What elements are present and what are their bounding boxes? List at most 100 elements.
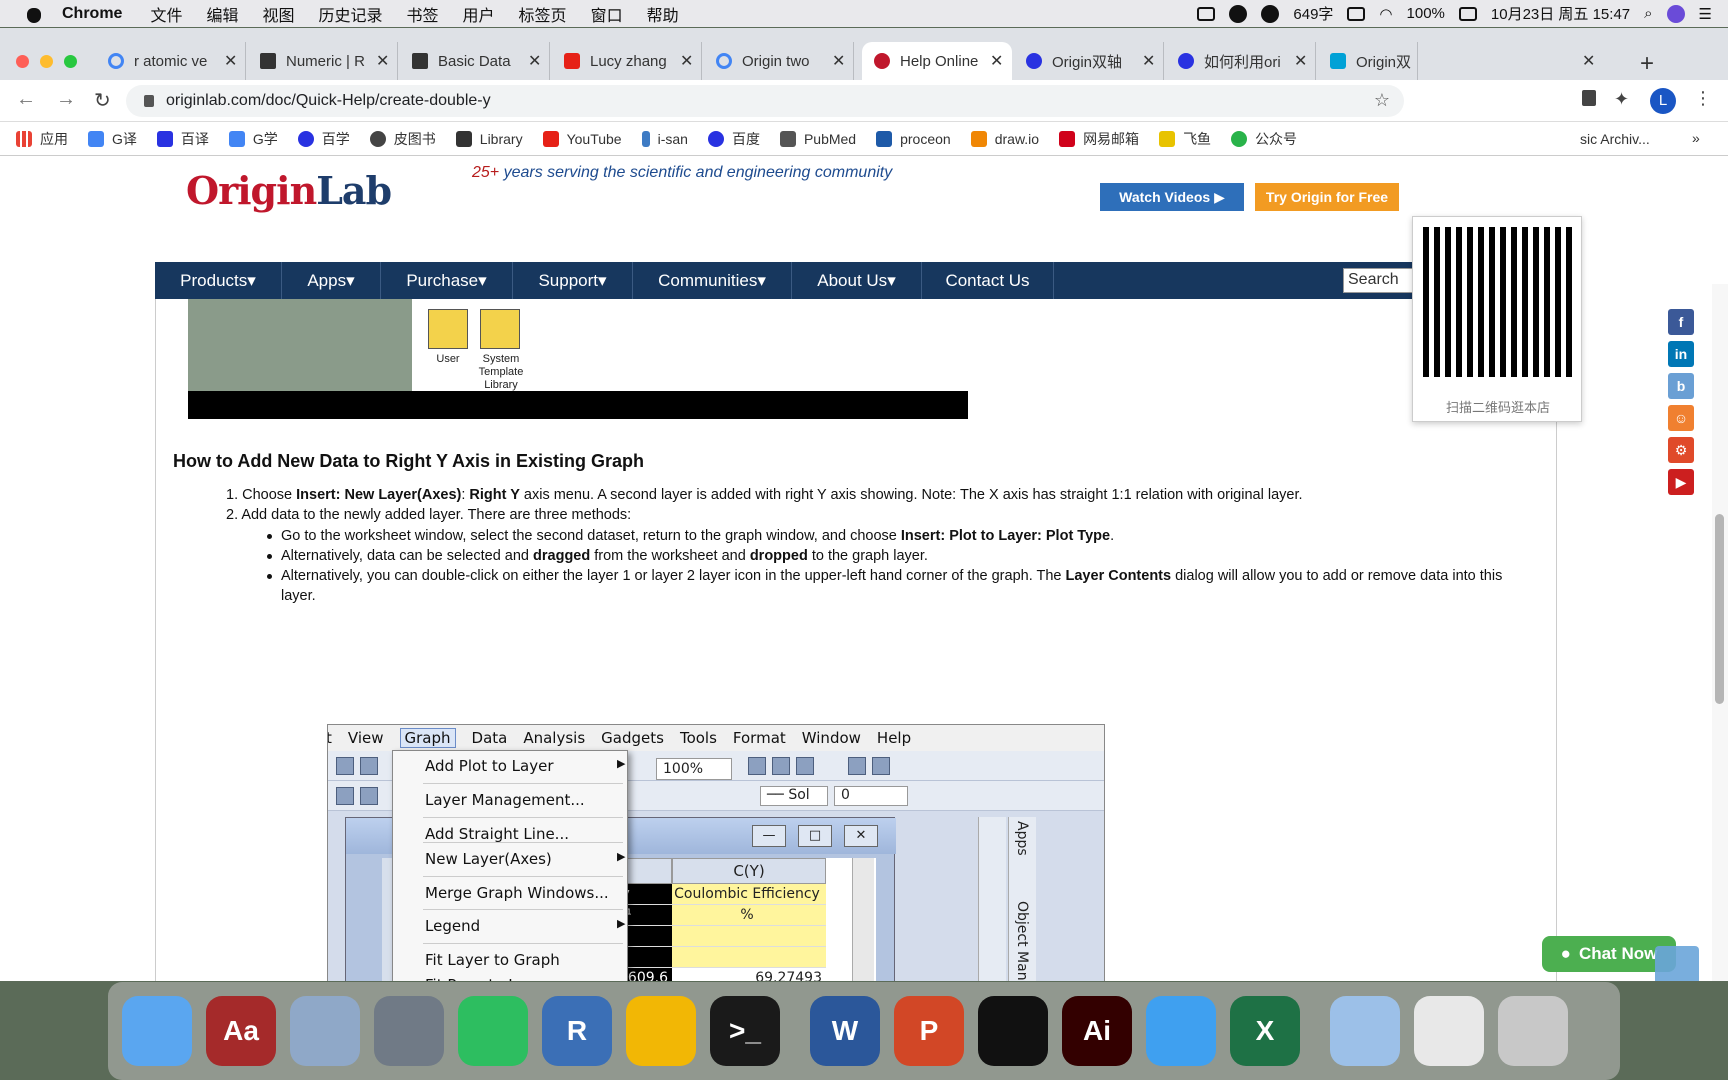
close-tab-icon[interactable]: ✕ xyxy=(832,51,845,71)
terminal-icon[interactable]: >_ xyxy=(710,996,780,1066)
menu-people[interactable]: 用户 xyxy=(463,2,495,26)
close-tab-icon[interactable]: ✕ xyxy=(1582,51,1595,71)
close-tab-icon[interactable]: ✕ xyxy=(528,51,541,71)
bookmark-item[interactable]: 公众号 xyxy=(1231,129,1297,149)
bookmark-item[interactable]: YouTube xyxy=(542,130,622,147)
url-text[interactable]: originlab.com/doc/Quick-Help/create-doub… xyxy=(166,92,491,110)
bookmark-item[interactable]: 皮图书 xyxy=(369,129,436,149)
r-icon[interactable]: R xyxy=(542,996,612,1066)
bookmark-item[interactable]: i-san xyxy=(641,130,688,147)
menu-window[interactable]: 窗口 xyxy=(591,2,623,26)
close-tab-icon[interactable]: ✕ xyxy=(224,51,237,71)
bookmark-apps[interactable]: 应用 xyxy=(16,129,68,149)
tab-7[interactable]: Origin双轴 ✕ xyxy=(1014,42,1164,80)
gadgets-icon[interactable]: ⚙ xyxy=(1668,437,1694,463)
originlab-logo[interactable]: OriginLab xyxy=(186,168,392,213)
nav-purchase[interactable]: Purchase ▾ xyxy=(381,262,513,299)
siri-icon[interactable] xyxy=(1666,4,1685,23)
menu-file[interactable]: 文件 xyxy=(150,2,182,26)
close-window-button[interactable] xyxy=(16,55,29,68)
nav-products[interactable]: Products ▾ xyxy=(155,262,282,299)
control-center-icon[interactable]: ☰ xyxy=(1699,5,1712,23)
back-icon[interactable]: ← xyxy=(16,88,36,111)
ppt-document-icon[interactable] xyxy=(1414,996,1484,1066)
illustrator-icon[interactable]: Ai xyxy=(1062,996,1132,1066)
tab-9[interactable]: Origin双 xyxy=(1318,42,1418,80)
nav-support[interactable]: Support ▾ xyxy=(513,262,633,299)
dictionary-icon[interactable]: Aa xyxy=(206,996,276,1066)
menu-tab[interactable]: 标签页 xyxy=(519,2,567,26)
launchpad-icon[interactable] xyxy=(374,996,444,1066)
close-tab-icon[interactable]: ✕ xyxy=(990,51,1003,71)
nav-apps[interactable]: Apps ▾ xyxy=(282,262,381,299)
apple-icon[interactable] xyxy=(24,5,46,23)
youtube-icon[interactable]: ▶ xyxy=(1668,469,1694,495)
word-icon[interactable]: W xyxy=(810,996,880,1066)
word-count[interactable]: 649字 xyxy=(1293,3,1333,24)
community-icon[interactable]: ☺ xyxy=(1668,405,1694,431)
zoom-window-button[interactable] xyxy=(64,55,77,68)
tab-4[interactable]: Lucy zhang ✕ xyxy=(552,42,702,80)
menu-app-name[interactable]: Chrome xyxy=(62,5,122,23)
bookmark-item[interactable]: 百学 xyxy=(297,129,350,149)
nav-about-us[interactable]: About Us ▾ xyxy=(792,262,922,299)
search-icon[interactable]: ⌕ xyxy=(1644,5,1652,22)
tab-2[interactable]: Numeric | R ✕ xyxy=(248,42,398,80)
tab-8[interactable]: 如何利用ori ✕ xyxy=(1166,42,1316,80)
linkedin-icon[interactable]: in xyxy=(1668,341,1694,367)
profile-avatar[interactable]: L xyxy=(1650,88,1676,114)
bookmark-item[interactable]: draw.io xyxy=(970,130,1039,147)
bookmark-item[interactable]: G学 xyxy=(228,129,278,149)
baidu-netdisk-icon[interactable] xyxy=(1146,996,1216,1066)
blog-icon[interactable]: b xyxy=(1668,373,1694,399)
battery-icon[interactable] xyxy=(1458,6,1477,21)
menu-bookmarks[interactable]: 书签 xyxy=(407,2,439,26)
tab-1[interactable]: r atomic ve ✕ xyxy=(96,42,246,80)
tab-6-active[interactable]: Help Online ✕ xyxy=(862,42,1012,80)
status-app-icon[interactable] xyxy=(1229,4,1248,23)
bookmark-item[interactable]: 百译 xyxy=(156,129,209,149)
tab-5[interactable]: Origin two ✕ xyxy=(704,42,854,80)
chrome-menu-icon[interactable]: ⋮ xyxy=(1694,88,1712,109)
bookmark-item[interactable]: 网易邮箱 xyxy=(1059,129,1139,149)
clock[interactable]: 10月23日 周五 15:47 xyxy=(1491,3,1630,24)
bookmark-item[interactable]: 飞鱼 xyxy=(1159,129,1211,149)
bookmark-item[interactable]: 百度 xyxy=(707,129,760,149)
bookmark-star-icon[interactable]: ☆ xyxy=(1374,90,1390,111)
excel-icon[interactable]: X xyxy=(1230,996,1300,1066)
scrollbar-thumb[interactable] xyxy=(1715,514,1724,704)
preview-icon[interactable] xyxy=(290,996,360,1066)
minimize-window-button[interactable] xyxy=(40,55,53,68)
wifi-icon[interactable]: ◠ xyxy=(1379,5,1392,23)
nav-communities[interactable]: Communities ▾ xyxy=(633,262,792,299)
page-scrollbar[interactable] xyxy=(1712,284,1728,981)
bookmark-item[interactable]: PubMed xyxy=(779,130,856,147)
qq-icon[interactable] xyxy=(978,996,1048,1066)
back-to-top-button[interactable] xyxy=(1655,946,1699,981)
close-tab-icon[interactable]: ✕ xyxy=(376,51,389,71)
tab-3[interactable]: Basic Data ✕ xyxy=(400,42,550,80)
chrome-icon[interactable] xyxy=(626,996,696,1066)
bookmark-item[interactable]: Library xyxy=(455,130,523,147)
watch-videos-button[interactable]: Watch Videos ▶ xyxy=(1100,183,1244,211)
status-app-icon-2[interactable] xyxy=(1261,4,1280,23)
tab-10[interactable]: ✕ xyxy=(1560,42,1620,80)
reload-icon[interactable]: ↻ xyxy=(94,88,111,113)
status-box-icon[interactable] xyxy=(1347,6,1366,21)
address-bar[interactable]: originlab.com/doc/Quick-Help/create-doub… xyxy=(126,85,1404,117)
forward-icon[interactable]: → xyxy=(56,88,76,111)
extensions-puzzle-icon[interactable]: ✦ xyxy=(1614,89,1629,110)
nav-contact-us[interactable]: Contact Us xyxy=(922,262,1054,299)
menu-edit[interactable]: 编辑 xyxy=(206,2,238,26)
bookmark-item[interactable]: G译 xyxy=(88,129,137,149)
powerpoint-icon[interactable]: P xyxy=(894,996,964,1066)
try-origin-button[interactable]: Try Origin for Free xyxy=(1255,183,1399,211)
bookmark-item[interactable]: proceon xyxy=(876,130,951,147)
close-tab-icon[interactable]: ✕ xyxy=(1294,51,1307,71)
facebook-icon[interactable]: f xyxy=(1668,309,1694,335)
trash-icon[interactable] xyxy=(1498,996,1568,1066)
battery-percent[interactable]: 100% xyxy=(1407,5,1445,22)
menu-view[interactable]: 视图 xyxy=(262,2,294,26)
evernote-icon[interactable] xyxy=(458,996,528,1066)
lock-icon[interactable] xyxy=(144,95,154,107)
